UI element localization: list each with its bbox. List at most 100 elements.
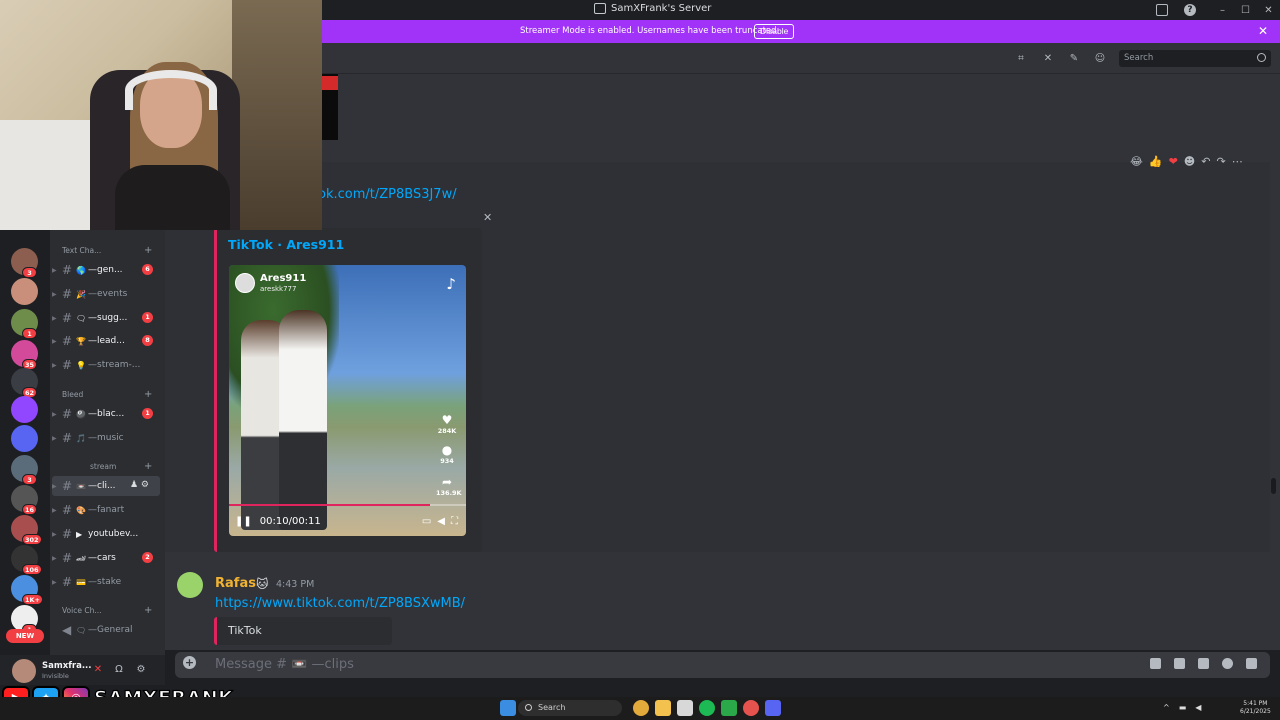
webcam-background-door — [232, 0, 322, 230]
create-channel-icon[interactable]: + — [144, 389, 152, 400]
reaction-laugh-button[interactable]: 😂 — [1130, 155, 1143, 168]
embedded-video[interactable]: Ares911 areskk777 ♪ ♥ 284K ● 934 ➦ 136.9… — [229, 265, 466, 536]
app-icon[interactable] — [721, 700, 737, 716]
channel-emoji-icon: 🎵 — [76, 433, 86, 443]
server-icon[interactable] — [11, 396, 38, 423]
chrome-icon[interactable] — [633, 700, 649, 716]
embed-title[interactable]: TikTok · Ares911 — [228, 237, 344, 252]
fullscreen-icon[interactable]: ⛶ — [451, 516, 458, 527]
forward-icon[interactable]: ↷ — [1216, 155, 1225, 168]
message-link[interactable]: ok.com/t/ZP8BS3J7w/ — [318, 187, 457, 202]
server-mention-badge: 3 — [22, 474, 37, 485]
inbox-icon[interactable] — [1156, 4, 1168, 16]
banner-close-icon[interactable]: ✕ — [1258, 24, 1268, 38]
channel-item[interactable]: ▶ # 💡 —stream-... — [52, 355, 160, 375]
settings-gear-icon[interactable]: ⚙ — [135, 664, 147, 676]
headphones-icon[interactable]: Ω — [113, 664, 125, 676]
server-icon[interactable] — [11, 278, 38, 305]
more-options-icon[interactable]: ⋯ — [1232, 155, 1243, 168]
reaction-thumbs-up-button[interactable]: 👍 — [1149, 155, 1163, 168]
reply-icon[interactable]: ↶ — [1201, 155, 1210, 168]
start-icon[interactable] — [500, 700, 516, 716]
video-controls: ❚❚ 00:10/00:11 — [235, 516, 321, 527]
clock-date: 6/21/2025 — [1240, 708, 1271, 715]
channel-emoji-icon: 🎉 — [76, 289, 86, 299]
pause-icon[interactable]: ❚❚ — [235, 516, 252, 527]
disable-streamer-mode-button[interactable]: Disable — [754, 24, 795, 39]
volume-icon[interactable]: ◀ — [1195, 703, 1201, 712]
channel-item[interactable]: ▶ # 🎉 —events — [52, 284, 160, 304]
gif-icon[interactable] — [1174, 658, 1185, 669]
collapse-caret-icon: ▶ — [52, 410, 57, 418]
video-person-right — [279, 310, 327, 530]
discord-window: SamXFrank's Server ? – ☐ ✕ Streamer Mode… — [0, 0, 1280, 720]
webcam-streamer-body — [115, 165, 230, 230]
server-mention-badge: 1K+ — [22, 594, 44, 605]
volume-icon[interactable]: ◀ — [437, 516, 445, 527]
avatar[interactable] — [177, 572, 203, 598]
sticker-icon[interactable] — [1198, 658, 1209, 669]
avatar[interactable] — [12, 659, 36, 683]
help-icon[interactable]: ? — [1184, 4, 1196, 16]
create-channel-icon[interactable]: + — [144, 461, 152, 472]
app-icon[interactable] — [743, 700, 759, 716]
channel-settings-icon[interactable]: ♟ ⚙ — [130, 480, 149, 490]
window-title: SamXFrank's Server — [594, 3, 711, 14]
activities-icon[interactable] — [1246, 658, 1257, 669]
add-reaction-icon[interactable]: ☻ — [1184, 155, 1195, 168]
video-handle: areskk777 — [260, 285, 297, 293]
category-bleed[interactable]: Bleed — [62, 390, 83, 399]
category-stream[interactable]: stream — [90, 462, 116, 471]
webcam-overlay — [0, 0, 322, 230]
scrollbar[interactable] — [1271, 478, 1276, 494]
discord-icon[interactable] — [765, 700, 781, 716]
captions-icon[interactable]: ▭ — [422, 516, 431, 527]
server-mention-badge: 1 — [22, 328, 37, 339]
message-author[interactable]: Rafas — [215, 576, 256, 591]
taskbar-clock[interactable]: 5:41 PM 6/21/2025 — [1240, 700, 1271, 716]
pinned-messages-icon[interactable]: ✎ — [1068, 53, 1080, 64]
network-icon[interactable]: ▬ — [1179, 703, 1187, 712]
channel-item[interactable]: ▶ # 🎵 —music — [52, 428, 160, 448]
close-window-button[interactable]: ✕ — [1257, 5, 1280, 16]
channel-label: youtubev... — [88, 529, 139, 539]
tiktok-logo-icon: ♪ — [446, 275, 456, 293]
channel-item[interactable]: ▶ # 🎨 —fanart — [52, 500, 160, 520]
store-icon[interactable] — [677, 700, 693, 716]
collapse-caret-icon: ▶ — [52, 314, 57, 322]
search-input[interactable]: Search — [1119, 50, 1271, 67]
gift-icon[interactable] — [1150, 658, 1161, 669]
minimize-button[interactable]: – — [1211, 5, 1234, 16]
spotify-icon[interactable] — [699, 700, 715, 716]
video-progress-bar[interactable] — [229, 504, 466, 506]
voice-channel-general[interactable]: ◀ 🗨 —General — [52, 620, 160, 640]
server-icon[interactable] — [11, 425, 38, 452]
hash-icon: # — [62, 575, 73, 589]
category-text-channels[interactable]: Text Cha... — [62, 246, 101, 255]
new-badge[interactable]: NEW — [6, 629, 44, 643]
taskbar-search[interactable]: Search — [518, 700, 622, 716]
notification-settings-icon[interactable]: ✕ — [1042, 53, 1054, 64]
file-explorer-icon[interactable] — [655, 700, 671, 716]
mute-icon[interactable]: ✕ — [92, 664, 104, 676]
server-mention-badge: 3 — [22, 267, 37, 278]
remove-embed-icon[interactable]: ✕ — [483, 211, 492, 224]
channel-item[interactable]: ▶ # 💳 —stake — [52, 572, 160, 592]
threads-icon[interactable]: ⌗ — [1015, 53, 1027, 64]
reaction-heart-button[interactable]: ❤ — [1169, 155, 1178, 168]
attach-plus-icon[interactable]: + — [183, 656, 196, 669]
member-list-icon[interactable]: ☺ — [1094, 53, 1106, 64]
category-voice-channels[interactable]: Voice Ch... — [62, 606, 102, 615]
message-link[interactable]: https://www.tiktok.com/t/ZP8BSXwMB/ — [215, 596, 465, 611]
create-channel-icon[interactable]: + — [144, 605, 152, 616]
emoji-icon[interactable] — [1222, 658, 1233, 669]
hash-icon: # — [62, 263, 73, 277]
channel-item[interactable]: ▶ # ▶ youtubev... — [52, 524, 160, 544]
message-input[interactable] — [215, 656, 915, 673]
collapse-caret-icon: ▶ — [52, 434, 57, 442]
tray-chevron-icon[interactable]: ^ — [1163, 703, 1170, 712]
create-channel-icon[interactable]: + — [144, 245, 152, 256]
share-icon: ➦ — [441, 475, 453, 489]
maximize-button[interactable]: ☐ — [1234, 5, 1257, 16]
collapse-caret-icon: ▶ — [52, 337, 57, 345]
